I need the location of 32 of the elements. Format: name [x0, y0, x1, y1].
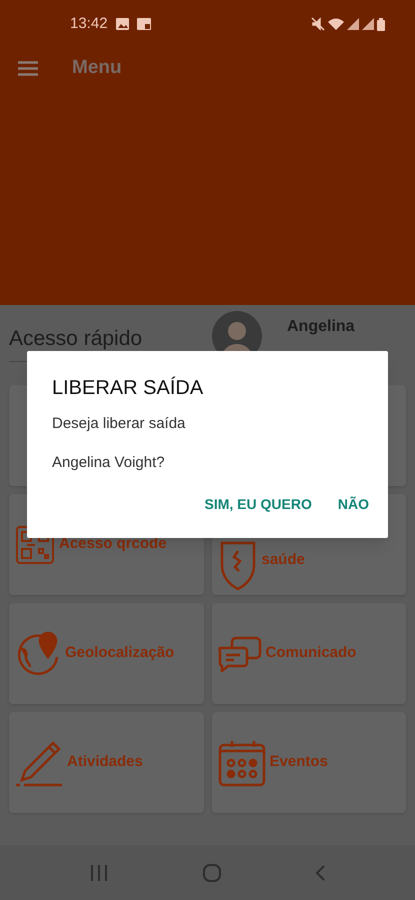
menu-icon[interactable] — [18, 60, 38, 76]
card-label: Eventos — [270, 752, 328, 772]
chat-bubbles-icon — [218, 636, 262, 672]
shortcut-card[interactable]: Eventos — [212, 712, 406, 813]
card-label: Atividades — [67, 752, 143, 772]
back-icon[interactable] — [315, 864, 325, 880]
signal-icon — [347, 18, 359, 30]
home-icon[interactable] — [202, 864, 220, 882]
notification-icon — [136, 18, 151, 30]
dialog-message: Deseja liberar saída — [52, 414, 186, 434]
calendar-icon — [218, 738, 266, 786]
shortcut-card[interactable]: Atividades — [9, 712, 204, 813]
shortcut-card[interactable]: Geolocalização — [9, 603, 204, 704]
app-bar-title: Menu — [72, 56, 122, 80]
signal-icon — [362, 18, 374, 30]
card-label: Geolocalização — [65, 643, 174, 664]
mute-icon — [311, 17, 325, 31]
recent-apps-icon[interactable] — [90, 864, 108, 880]
pencil-icon — [15, 738, 63, 786]
status-time: 13:42 — [70, 14, 108, 34]
shortcut-card[interactable]: Comunicado — [212, 603, 406, 704]
globe-pin-icon — [15, 630, 61, 676]
section-title: Acesso rápido — [9, 327, 142, 350]
card-label: Acesso qrcode — [59, 534, 167, 554]
card-label: saúde — [262, 550, 305, 570]
wifi-icon — [328, 18, 344, 30]
battery-icon — [377, 18, 385, 30]
image-icon — [116, 18, 129, 30]
dialog-message: Angelina Voight? — [52, 452, 166, 472]
dialog-title: LIBERAR SAÍDA — [52, 376, 204, 401]
card-label: Comunicado — [266, 643, 356, 664]
user-name: Angelina — [287, 317, 355, 337]
